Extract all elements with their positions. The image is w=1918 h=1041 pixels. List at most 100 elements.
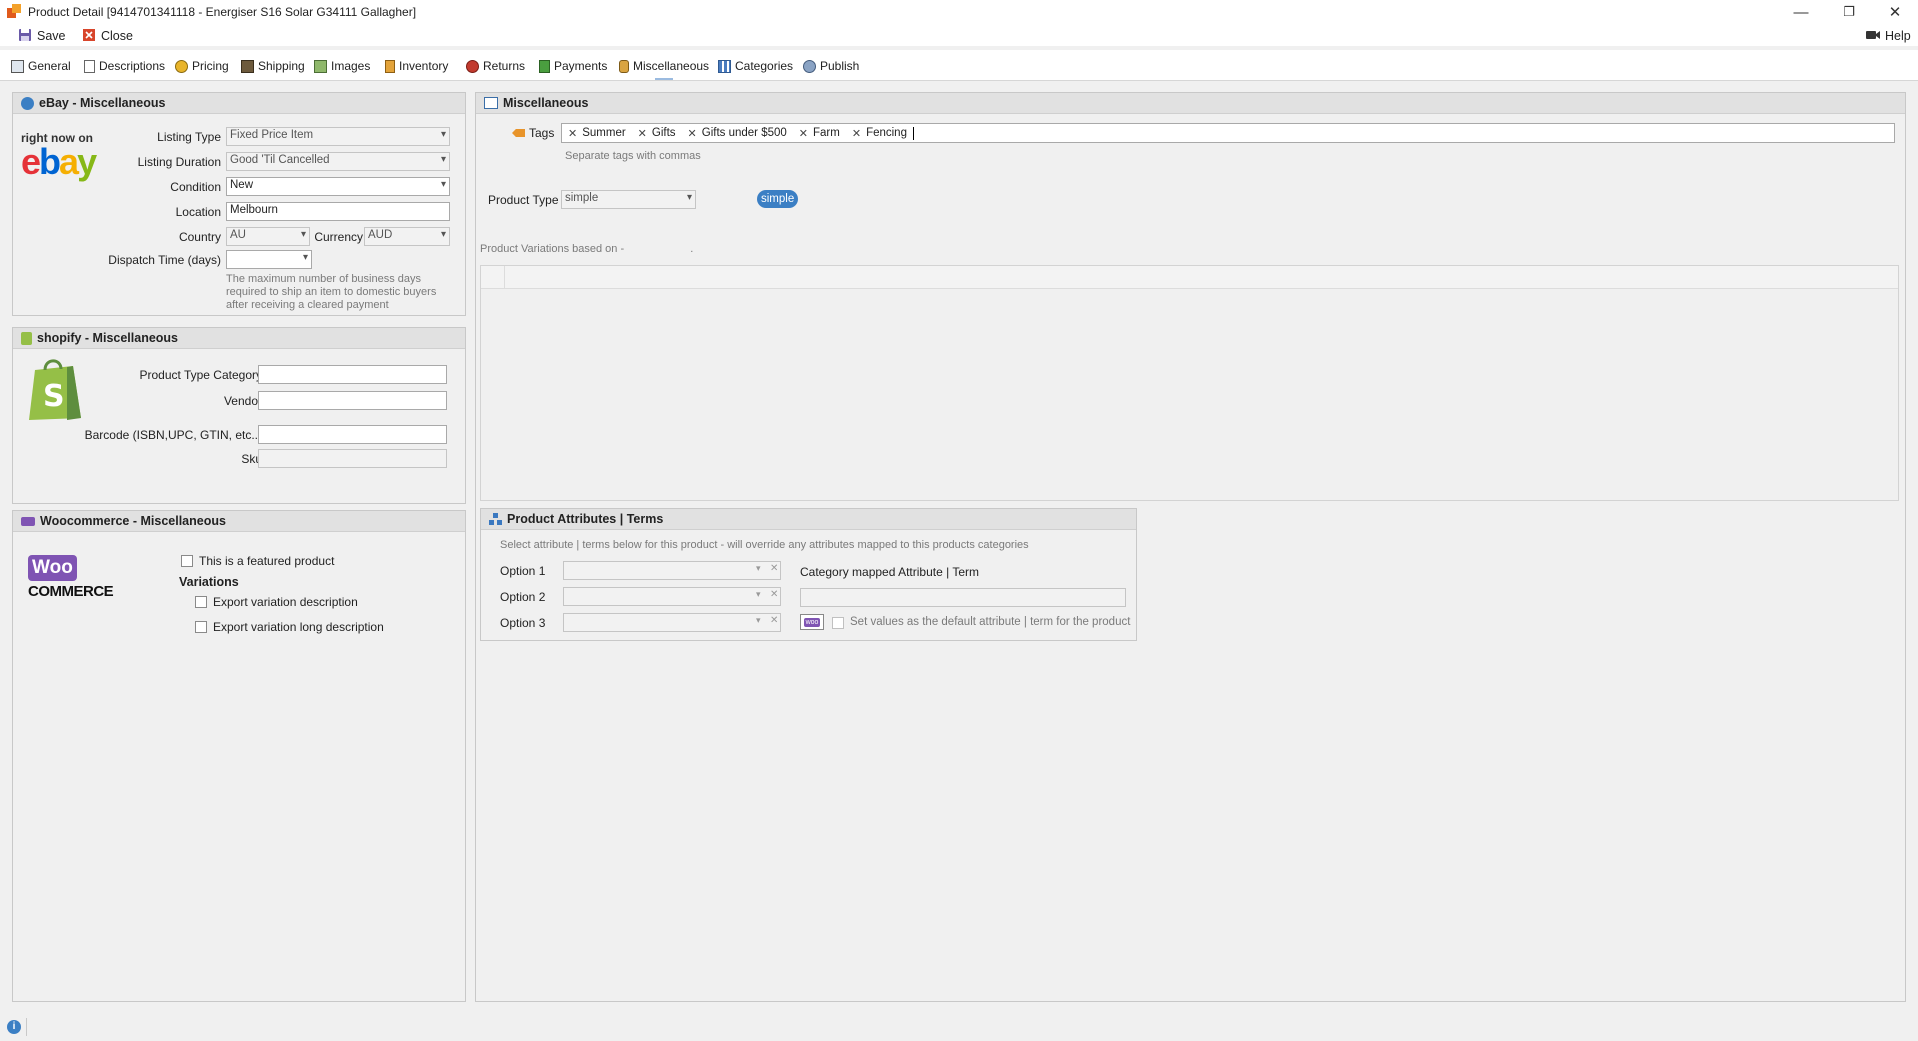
general-icon [11, 59, 24, 73]
ebay-letter-y: y [77, 141, 97, 182]
help-button[interactable]: Help [1866, 27, 1911, 45]
restore-button[interactable]: ❐ [1826, 0, 1872, 24]
remove-tag-icon[interactable]: ✕ [638, 127, 647, 140]
tab-general[interactable]: General [11, 56, 71, 76]
product-attributes-header-text: Product Attributes | Terms [507, 512, 664, 526]
tag-chip[interactable]: ✕ Gifts [638, 127, 676, 140]
close-window-button[interactable]: ✕ [1872, 0, 1918, 24]
tab-categories-label: Categories [735, 59, 794, 73]
export-variation-long-description-checkbox[interactable] [195, 621, 207, 633]
product-type-category-input[interactable] [258, 365, 447, 384]
returns-icon [466, 59, 479, 73]
close-button[interactable]: Close [82, 27, 133, 45]
info-icon[interactable]: i [7, 1020, 21, 1034]
variations-title: Variations [179, 575, 239, 589]
tab-inventory-label: Inventory [399, 59, 449, 73]
save-icon [18, 28, 32, 45]
vendor-label: Vendor [223, 394, 262, 408]
option-3-select[interactable] [563, 613, 781, 632]
condition-select[interactable]: New [226, 177, 450, 196]
dispatch-time-select[interactable] [226, 250, 312, 269]
export-variation-description-checkbox[interactable] [195, 596, 207, 608]
tab-shipping[interactable]: Shipping [241, 56, 305, 76]
tags-label-group: Tags [512, 126, 554, 140]
ebay-letter-a: a [59, 141, 79, 182]
barcode-input[interactable] [258, 425, 447, 444]
default-attribute-checkbox[interactable] [832, 617, 844, 629]
option-2-clear-icon[interactable]: ✕ [770, 589, 778, 600]
featured-product-row[interactable]: This is a featured product [181, 554, 334, 568]
remove-tag-icon[interactable]: ✕ [688, 127, 697, 140]
svg-text:S: S [43, 379, 65, 414]
shopify-icon [21, 331, 32, 345]
option-2-label: Option 2 [500, 590, 546, 604]
tab-miscellaneous[interactable]: Miscellaneous [619, 56, 709, 76]
currency-select[interactable]: AUD [364, 227, 450, 246]
shopify-panel: shopify - Miscellaneous S Product Type C… [12, 327, 466, 504]
tab-pricing[interactable]: Pricing [175, 56, 229, 76]
sku-input[interactable] [258, 449, 447, 468]
export-variation-description-row[interactable]: Export variation description [195, 595, 358, 609]
option-1-clear-icon[interactable]: ✕ [770, 563, 778, 574]
tag-text: Summer [582, 127, 626, 139]
tab-descriptions[interactable]: Descriptions [84, 56, 165, 76]
tab-payments[interactable]: Payments [539, 56, 607, 76]
tags-hint: Separate tags with commas [565, 150, 701, 162]
shopify-header-text: shopify - Miscellaneous [37, 331, 179, 345]
tags-input[interactable]: ✕ Summer ✕ Gifts ✕ Gifts under $500 ✕ Farm ✕… [561, 123, 1895, 143]
listing-type-select[interactable]: Fixed Price Item [226, 127, 450, 146]
condition-label: Condition [170, 180, 221, 194]
woocommerce-panel: Woocommerce - Miscellaneous Woo COMMERCE… [12, 510, 466, 1002]
images-icon [314, 59, 327, 73]
location-input[interactable]: Melbourn [226, 202, 450, 221]
tab-publish[interactable]: Publish [803, 56, 859, 76]
tab-shipping-label: Shipping [258, 59, 305, 73]
listing-duration-select[interactable]: Good 'Til Cancelled [226, 152, 450, 171]
tab-images[interactable]: Images [314, 56, 370, 76]
tab-categories[interactable]: Categories [718, 56, 793, 76]
woo-badge-button[interactable]: woo [800, 614, 824, 630]
shopify-panel-header: shopify - Miscellaneous [13, 328, 465, 349]
option-3-clear-icon[interactable]: ✕ [770, 615, 778, 626]
product-variations-text: Product Variations based on - [480, 243, 625, 255]
listing-duration-label: Listing Duration [137, 155, 221, 169]
dispatch-time-label: Dispatch Time (days) [108, 253, 221, 267]
tag-chip[interactable]: ✕ Summer [568, 127, 626, 140]
remove-tag-icon[interactable]: ✕ [799, 127, 808, 140]
woocommerce-logo: Woo COMMERCE [28, 555, 114, 600]
product-type-select[interactable]: simple [561, 190, 696, 209]
featured-product-checkbox[interactable] [181, 555, 193, 567]
status-bar: i [0, 1016, 1918, 1041]
tag-chip[interactable]: ✕ Fencing [852, 127, 907, 140]
option-2-select[interactable] [563, 587, 781, 606]
tab-returns[interactable]: Returns [466, 56, 525, 76]
minimize-button[interactable]: — [1778, 0, 1824, 24]
ebay-icon [21, 96, 34, 110]
export-variation-long-description-row[interactable]: Export variation long description [195, 620, 384, 634]
variations-grid[interactable] [480, 265, 1899, 501]
tab-inventory[interactable]: Inventory [385, 56, 448, 76]
miscellaneous-icon [619, 59, 629, 73]
tag-chip[interactable]: ✕ Farm [799, 127, 840, 140]
option-3-chevron-icon[interactable]: ▾ [756, 615, 761, 626]
remove-tag-icon[interactable]: ✕ [852, 127, 861, 140]
attributes-tree-icon [489, 513, 502, 525]
tab-returns-label: Returns [483, 59, 526, 73]
option-2-chevron-icon[interactable]: ▾ [756, 589, 761, 600]
tab-images-label: Images [331, 59, 371, 73]
woocommerce-logo-bottom: COMMERCE [28, 583, 114, 600]
woocommerce-logo-top: Woo [28, 555, 77, 581]
dispatch-time-hint: The maximum number of business days requ… [226, 273, 437, 311]
toolbar: Save Close Help [0, 24, 1918, 46]
save-button[interactable]: Save [18, 27, 66, 45]
tab-payments-label: Payments [554, 59, 608, 73]
tag-chip[interactable]: ✕ Gifts under $500 [688, 127, 787, 140]
vendor-input[interactable] [258, 391, 447, 410]
barcode-label: Barcode (ISBN,UPC, GTIN, etc..) [84, 428, 262, 442]
miscellaneous-panel-icon [484, 97, 498, 109]
option-1-chevron-icon[interactable]: ▾ [756, 563, 761, 574]
remove-tag-icon[interactable]: ✕ [568, 127, 577, 140]
text-cursor [912, 126, 914, 140]
country-select[interactable]: AU [226, 227, 310, 246]
option-1-select[interactable] [563, 561, 781, 580]
